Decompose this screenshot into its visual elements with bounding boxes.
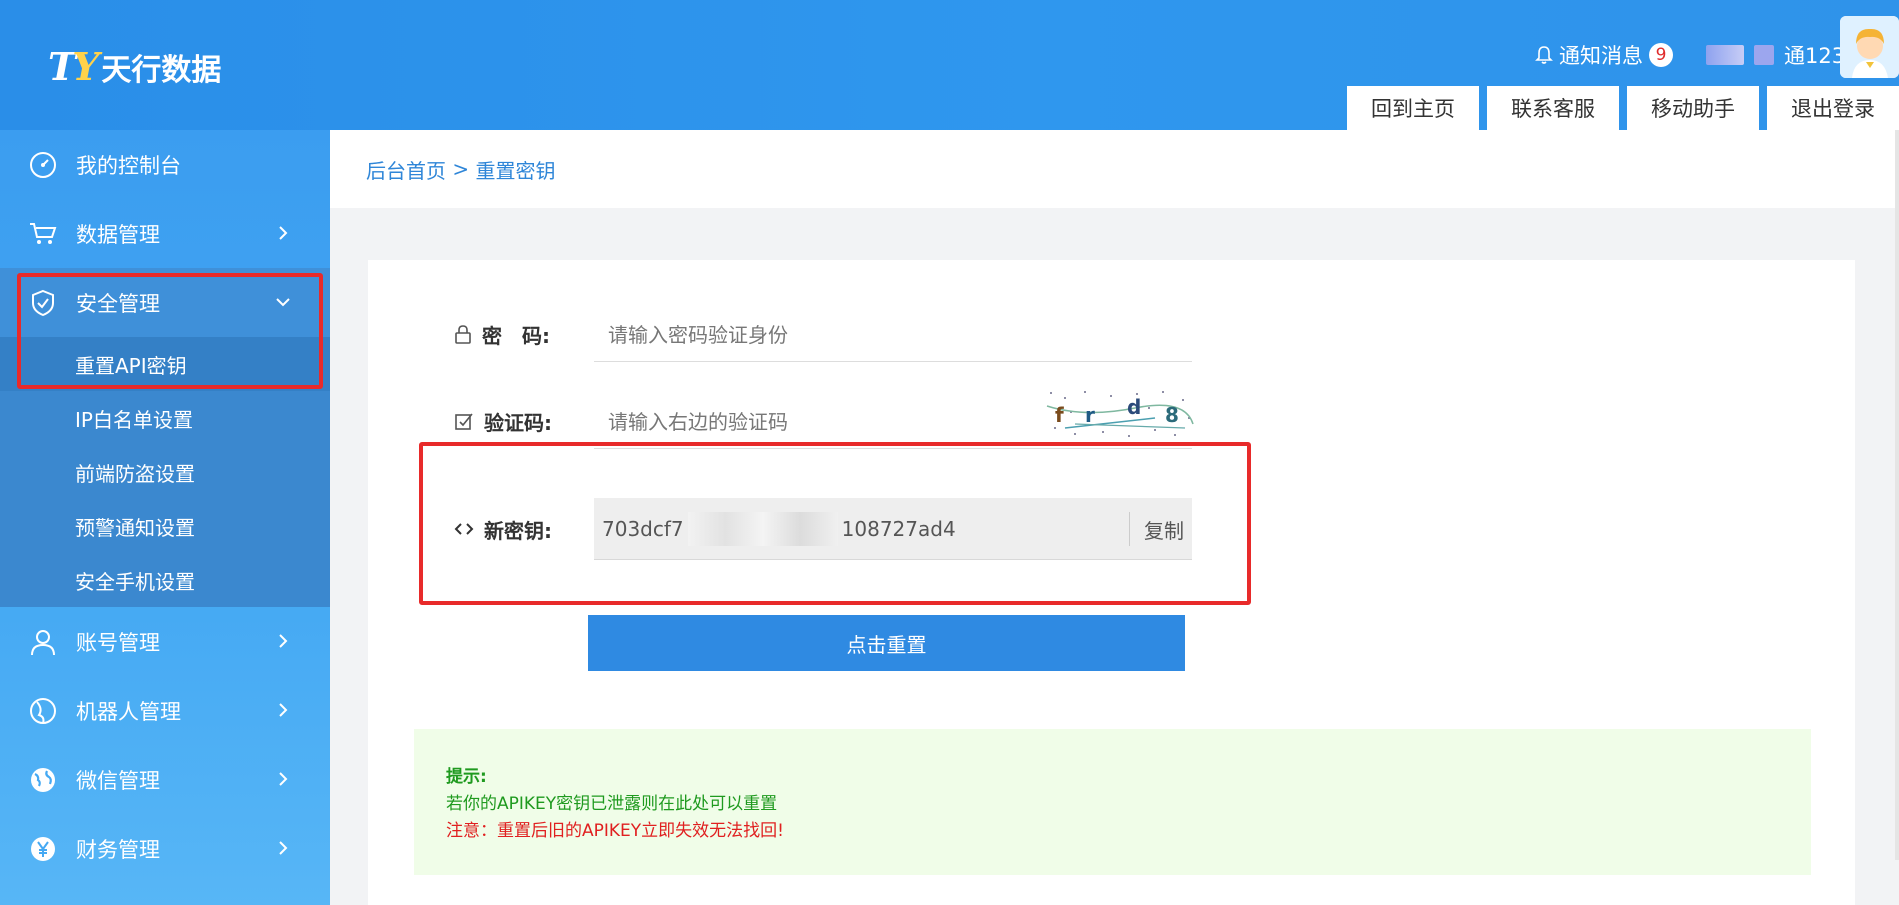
chevron-right-icon (279, 841, 288, 855)
sidebar-item-wechat[interactable]: 微信管理 (0, 745, 330, 814)
support-tab[interactable]: 联系客服 (1487, 86, 1619, 130)
top-header: TY 天行数据 通知消息 9 通123 回到主页 联系客服 移动助手 退出登录 (0, 0, 1899, 130)
password-label-wrap: 密 码: (454, 320, 594, 349)
lock-icon (455, 325, 471, 344)
svg-text:8: 8 (1165, 403, 1179, 427)
user-menu[interactable]: 通123 (1706, 40, 1845, 70)
avatar-icon (1840, 16, 1899, 78)
breadcrumb-home[interactable]: 后台首页 (366, 155, 446, 184)
svg-text:f: f (1055, 403, 1064, 427)
sidebar-item-label: 数据管理 (76, 222, 160, 247)
yen-icon (28, 834, 58, 864)
sidebar-item-label: 微信管理 (76, 768, 160, 793)
submenu-anti-theft[interactable]: 前端防盗设置 (0, 445, 330, 499)
sidebar-item-label: 我的控制台 (76, 153, 181, 178)
breadcrumb-current: 重置密钥 (475, 158, 556, 183)
sidebar-item-data[interactable]: 数据管理 (0, 199, 330, 268)
chevron-right-icon (279, 226, 288, 240)
submenu-security-phone[interactable]: 安全手机设置 (0, 553, 330, 607)
sidebar-item-dashboard[interactable]: 我的控制台 (0, 130, 330, 199)
reset-button[interactable]: 点击重置 (588, 615, 1185, 671)
tips-line-2: 注意：重置后旧的APIKEY立即失效无法找回! (446, 821, 784, 841)
chevron-right-icon (279, 772, 288, 786)
sidebar-item-label: 机器人管理 (76, 699, 181, 724)
sidebar-item-label: 财务管理 (76, 837, 160, 862)
breadcrumb-separator: > (446, 157, 476, 181)
notification-link[interactable]: 通知消息 9 (1535, 40, 1673, 70)
highlight-box (17, 273, 323, 389)
logo-mark: TY (48, 44, 99, 89)
captcha-label: 验证码: (484, 410, 552, 435)
mobile-tab[interactable]: 移动助手 (1627, 86, 1759, 130)
logo[interactable]: TY 天行数据 (48, 44, 221, 89)
breadcrumb: 后台首页 > 重置密钥 (330, 130, 1899, 208)
scrollbar[interactable] (1895, 130, 1899, 860)
avatar[interactable] (1840, 16, 1899, 78)
submenu-ip-whitelist[interactable]: IP白名单设置 (0, 391, 330, 445)
captcha-image[interactable]: f r d 8 (1045, 388, 1195, 440)
edit-check-icon (455, 413, 473, 430)
highlight-box (419, 442, 1251, 605)
svg-text:d: d (1127, 395, 1141, 419)
cart-icon (28, 219, 58, 249)
notify-count-badge: 9 (1649, 43, 1673, 67)
password-field[interactable]: 请输入密码验证身份 (594, 306, 1192, 362)
sidebar-item-label: 账号管理 (76, 630, 160, 655)
logout-tab[interactable]: 退出登录 (1767, 86, 1899, 130)
sidebar-item-robot[interactable]: 机器人管理 (0, 676, 330, 745)
earth-icon (28, 765, 58, 795)
sidebar: 我的控制台 数据管理 安全管理 重置API密钥 IP白名单设置 前端防盗设置 预… (0, 130, 330, 905)
tips-title: 提示: (446, 767, 487, 787)
submenu-alert-notify[interactable]: 预警通知设置 (0, 499, 330, 553)
redacted-block (1706, 45, 1744, 65)
password-row: 密 码: 请输入密码验证身份 (454, 306, 1192, 362)
user-icon (28, 627, 58, 657)
bell-icon (1535, 46, 1553, 64)
sidebar-item-account[interactable]: 账号管理 (0, 607, 330, 676)
notify-label: 通知消息 (1559, 44, 1643, 68)
top-tabs: 回到主页 联系客服 移动助手 退出登录 (1347, 86, 1899, 130)
chevron-right-icon (279, 634, 288, 648)
globe-icon (28, 696, 58, 726)
tips-box: 提示: 若你的APIKEY密钥已泄露则在此处可以重置 注意：重置后旧的APIKE… (414, 729, 1811, 875)
sidebar-item-finance[interactable]: 财务管理 (0, 814, 330, 883)
logo-text: 天行数据 (101, 52, 222, 88)
chevron-right-icon (279, 703, 288, 717)
captcha-graphic: f r d 8 (1045, 388, 1195, 440)
password-label: 密 码: (482, 323, 550, 348)
redacted-block (1754, 45, 1774, 65)
dashboard-icon (28, 150, 58, 180)
captcha-label-wrap: 验证码: (454, 407, 594, 436)
svg-text:r: r (1085, 403, 1095, 427)
username: 通123 (1784, 44, 1846, 68)
home-tab[interactable]: 回到主页 (1347, 86, 1479, 130)
tips-line-1: 若你的APIKEY密钥已泄露则在此处可以重置 (446, 794, 778, 814)
